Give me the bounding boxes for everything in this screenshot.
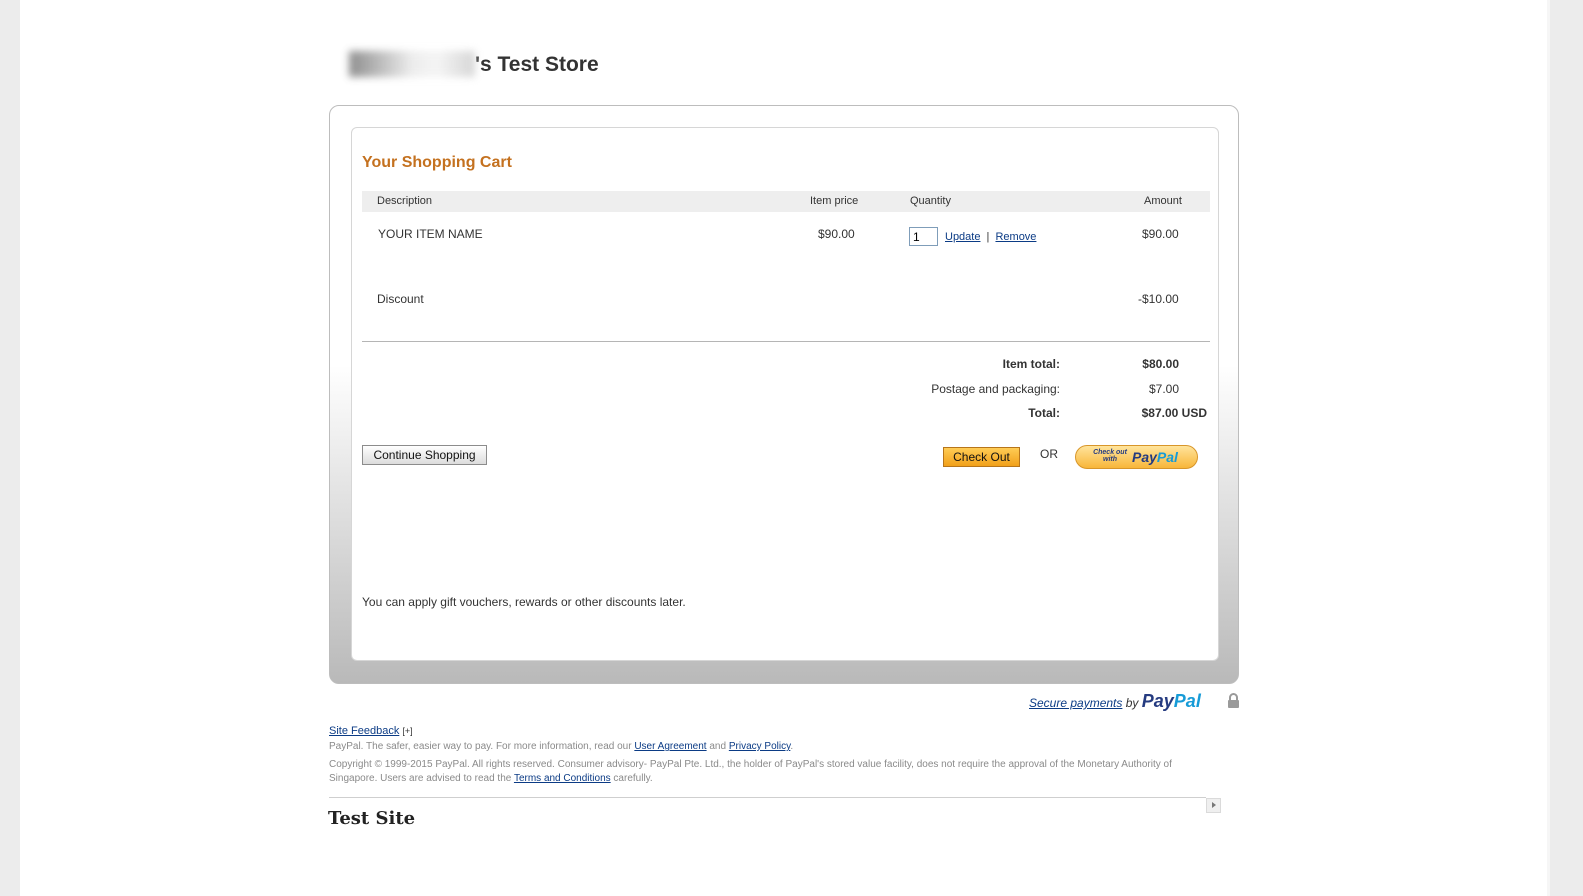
copyright-line-2: Singapore. Users are advised to read the [329, 773, 514, 784]
copyright-notice: Copyright © 1999-2015 PayPal. All rights… [329, 758, 1239, 786]
col-quantity: Quantity [910, 195, 951, 207]
paypal-footer-pal: Pal [1173, 691, 1201, 711]
scroll-right-icon[interactable] [1206, 798, 1221, 813]
col-item-price: Item price [810, 195, 859, 207]
item-total-label: Item total: [1002, 357, 1060, 371]
postage-label: Postage and packaging: [931, 382, 1060, 396]
paypal-logo-pal: Pal [1156, 449, 1178, 465]
secure-payments: Secure payments by PayPal [1029, 691, 1201, 712]
lock-icon [1227, 693, 1240, 708]
terms-link[interactable]: Terms and Conditions [514, 773, 611, 784]
footer-period: . [790, 741, 794, 752]
item-name: YOUR ITEM NAME [378, 227, 483, 241]
footer-info-text: PayPal. The safer, easier way to pay. Fo… [329, 741, 635, 752]
postage-value: $7.00 [1148, 382, 1179, 396]
paypal-footer-pay: Pay [1141, 691, 1174, 711]
site-feedback: Site Feedback [+] [329, 725, 413, 737]
item-price: $90.00 [818, 227, 855, 241]
copyright-suffix: carefully. [610, 773, 653, 784]
paypal-logo: PayPal [1132, 449, 1178, 465]
action-separator: | [986, 231, 990, 243]
site-name: Test Site [328, 808, 416, 829]
site-feedback-link[interactable]: Site Feedback [329, 725, 399, 737]
update-link[interactable]: Update [945, 231, 980, 243]
cart-inner-panel: Your Shopping Cart Description Item pric… [351, 127, 1219, 661]
footer-info-line: PayPal. The safer, easier way to pay. Fo… [329, 741, 793, 752]
cart-panel: Your Shopping Cart Description Item pric… [329, 105, 1239, 684]
site-feedback-expand[interactable]: [+] [402, 726, 412, 736]
continue-shopping-button[interactable]: Continue Shopping [362, 445, 487, 465]
item-actions: Update | Remove [945, 231, 1036, 243]
cart-heading: Your Shopping Cart [362, 154, 512, 171]
discount-label: Discount [377, 292, 424, 306]
col-amount: Amount [1144, 195, 1182, 207]
secure-payments-link[interactable]: Secure payments [1029, 696, 1122, 710]
paypal-footer-logo: PayPal [1142, 691, 1201, 711]
redacted-name [349, 51, 475, 77]
paypal-checkout-button[interactable]: Check out with PayPal [1075, 445, 1198, 469]
col-description: Description [377, 195, 433, 207]
item-total-value: $80.00 [1142, 357, 1179, 371]
footer-divider [329, 797, 1206, 798]
secure-by: by [1125, 696, 1139, 710]
copyright-line-1: Copyright © 1999-2015 PayPal. All rights… [329, 759, 1172, 770]
divider [362, 341, 1210, 342]
user-agreement-link[interactable]: User Agreement [634, 741, 706, 752]
discount-note: You can apply gift vouchers, rewards or … [362, 595, 686, 609]
total-value: $87.00 USD [1141, 406, 1207, 420]
quantity-input[interactable] [909, 227, 938, 246]
paypal-logo-pay: Pay [1132, 449, 1157, 465]
item-amount: $90.00 [1142, 227, 1179, 241]
remove-link[interactable]: Remove [995, 231, 1036, 243]
discount-amount: -$10.00 [1138, 292, 1179, 306]
cart-table-header: Description Item price Quantity Amount [362, 191, 1210, 212]
store-title: 's Test Store [349, 51, 599, 77]
or-label: OR [1040, 447, 1058, 461]
store-title-text: 's Test Store [475, 53, 599, 76]
privacy-policy-link[interactable]: Privacy Policy [729, 741, 791, 752]
paypal-checkout-small-text: Check out with [1093, 449, 1127, 463]
total-label: Total: [1028, 406, 1060, 420]
check-out-button[interactable]: Check Out [943, 447, 1020, 467]
footer-and: and [706, 741, 729, 752]
page-edge [1547, 0, 1550, 896]
